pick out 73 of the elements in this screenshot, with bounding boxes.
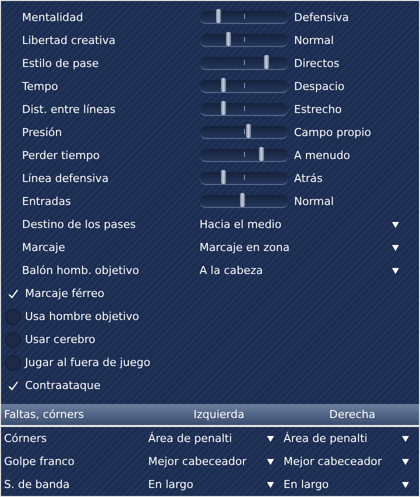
dropdown[interactable]: A la cabeza: [200, 264, 419, 277]
slider-value: Normal: [294, 195, 334, 208]
checkbox-label: Usar cerebro: [25, 333, 96, 346]
slider-value: Atrás: [294, 172, 323, 185]
slider-thumb[interactable]: [226, 32, 232, 46]
checkmark-icon: [7, 380, 19, 392]
dropdown[interactable]: Marcaje en zona: [200, 241, 419, 254]
slider-value: Directos: [294, 57, 340, 70]
setting-label: Mentalidad: [21, 11, 84, 24]
caret-icon: [266, 458, 274, 464]
setting-label: Balón homb. objetivo: [21, 264, 140, 277]
slider[interactable]: [200, 103, 288, 116]
checkbox-label: Jugar al fuera de juego: [25, 356, 150, 369]
slider-value: Defensiva: [294, 11, 349, 24]
checkbox[interactable]: [5, 332, 21, 348]
caret-icon: [402, 436, 409, 442]
slider[interactable]: [200, 195, 288, 208]
caret-icon: [392, 222, 399, 228]
slider-value: Despacio: [294, 80, 345, 93]
setting-label: Libertad creativa: [21, 34, 116, 47]
slider-value: A menudo: [294, 149, 350, 162]
slider[interactable]: [200, 34, 288, 47]
column-header: Derecha: [328, 408, 376, 421]
dropdown[interactable]: Hacia el medio: [200, 218, 419, 231]
setting-label: Marcaje: [21, 241, 66, 254]
dropdown[interactable]: En largo: [284, 478, 409, 491]
checkbox[interactable]: [5, 308, 21, 324]
caret-icon: [402, 458, 409, 464]
caret-icon: [392, 268, 399, 274]
dropdown[interactable]: Mejor cabeceador: [148, 455, 274, 468]
slider[interactable]: [200, 80, 288, 93]
table-cell-text: Córners: [3, 432, 48, 445]
table-cell-text: Golpe franco: [3, 455, 76, 468]
dropdown[interactable]: Mejor cabeceador: [284, 455, 409, 468]
slider-thumb[interactable]: [216, 9, 221, 23]
column-header: Izquierda: [192, 408, 246, 421]
slider-value: Estrecho: [294, 103, 342, 116]
setting-label: Destino de los pases: [21, 218, 137, 231]
checkbox-label: Contraataque: [25, 379, 100, 392]
slider[interactable]: [200, 126, 288, 139]
caret-icon: [402, 482, 409, 488]
checkbox-label: Marcaje férreo: [25, 287, 104, 300]
caret-icon: [266, 436, 274, 442]
setting-label: Tempo: [21, 80, 60, 93]
checkbox-label: Usa hombre objetivo: [25, 310, 140, 323]
slider[interactable]: [200, 149, 288, 162]
slider-value: Campo propio: [294, 126, 372, 139]
setting-label: Dist. entre líneas: [21, 103, 116, 116]
caret-icon: [266, 482, 274, 488]
setting-label: Estilo de pase: [21, 57, 100, 70]
caret-icon: [392, 244, 399, 250]
dropdown[interactable]: Área de penalti: [148, 432, 274, 445]
checkmark-icon: [7, 288, 19, 300]
slider[interactable]: [200, 172, 288, 185]
slider-thumb[interactable]: [240, 193, 246, 207]
slider-thumb[interactable]: [258, 147, 264, 161]
dropdown[interactable]: Área de penalti: [284, 432, 409, 445]
setting-label: Presión: [21, 126, 63, 139]
setting-label: Entradas: [21, 195, 72, 208]
slider[interactable]: [200, 11, 288, 24]
column-header: Faltas, córners: [3, 408, 85, 421]
slider-thumb[interactable]: [264, 55, 269, 69]
table-cell-text: S. de banda: [3, 478, 71, 491]
slider-thumb[interactable]: [246, 124, 252, 138]
dropdown[interactable]: En largo: [148, 478, 274, 491]
slider-thumb[interactable]: [220, 170, 226, 184]
slider-value: Normal: [294, 34, 334, 47]
slider-thumb[interactable]: [220, 101, 226, 115]
checkbox[interactable]: [5, 354, 21, 370]
slider-thumb[interactable]: [220, 78, 226, 92]
setting-label: Perder tiempo: [21, 149, 101, 162]
setting-label: Línea defensiva: [21, 172, 110, 185]
slider[interactable]: [200, 57, 288, 70]
